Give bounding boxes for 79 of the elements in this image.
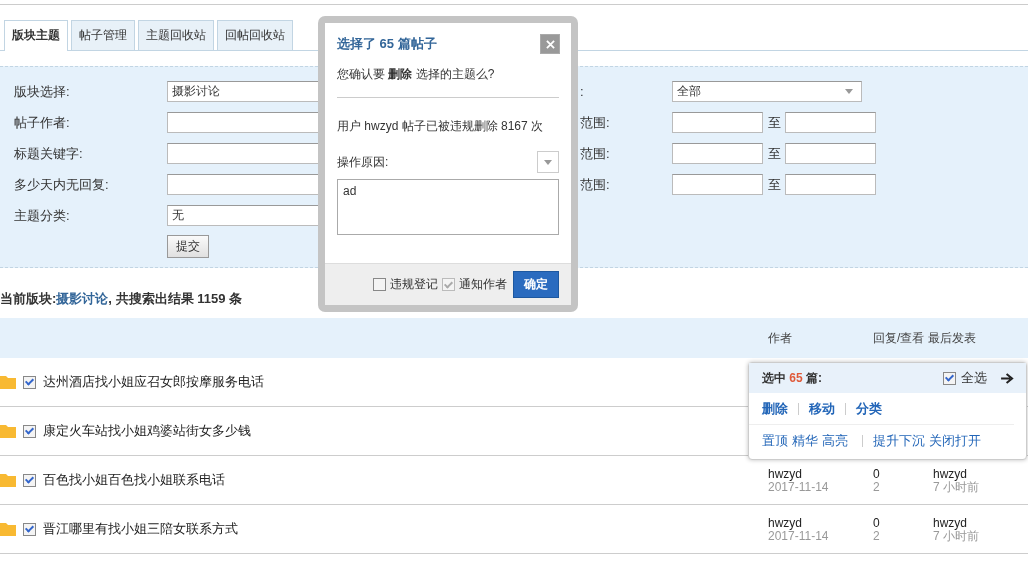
violation-notice: 用户 hwzyd 帖子已被违规删除 8167 次 <box>337 118 545 135</box>
tab[interactable]: 回帖回收站 <box>217 20 293 50</box>
author-name[interactable]: hwzyd <box>768 466 873 481</box>
field-label: 主题分类: <box>14 206 71 225</box>
post-date: 2017-11-14 <box>768 529 830 543</box>
checkbox[interactable] <box>23 424 36 438</box>
checkbox[interactable] <box>23 522 36 536</box>
thread-title[interactable]: 康定火车站找小姐鸡婆站街女多少钱 <box>43 422 251 440</box>
select-all-label: 全选 <box>961 369 987 387</box>
thread-title[interactable]: 达州酒店找小姐应召女郎按摩服务电话 <box>43 373 264 391</box>
input-field[interactable] <box>785 174 876 195</box>
action-link[interactable]: 置顶 <box>762 432 788 450</box>
post-date: 2017-11-14 <box>768 480 830 494</box>
folder-icon <box>0 424 16 438</box>
option-label: 违规登记 <box>390 276 438 293</box>
input-field[interactable] <box>672 174 763 195</box>
selection-count: 选中 65 篇: <box>762 369 824 387</box>
select-field[interactable]: 全部 <box>672 81 862 102</box>
last-post-time: 7 小时前 <box>933 480 980 494</box>
arrow-right-icon[interactable] <box>1001 372 1014 384</box>
author-name[interactable]: hwzyd <box>768 515 873 530</box>
input-field[interactable] <box>785 143 876 164</box>
checkbox[interactable] <box>23 375 36 389</box>
range-separator: 至 <box>766 113 782 132</box>
last-poster[interactable]: hwzyd <box>933 515 1023 530</box>
field-label: 版块选择: <box>14 82 71 101</box>
range-separator: 至 <box>766 175 782 194</box>
action-link[interactable]: 精华 <box>792 432 818 450</box>
folder-icon <box>0 375 16 389</box>
field-label: 范围: <box>580 113 611 132</box>
field-label: 范围: <box>580 144 611 163</box>
dropdown-button[interactable] <box>537 151 559 173</box>
thread-title[interactable]: 百色找小姐百色找小姐联系电话 <box>43 471 225 489</box>
checkbox[interactable] <box>943 371 956 385</box>
input-field[interactable] <box>672 143 763 164</box>
field-label: : <box>580 84 585 99</box>
tab[interactable]: 主题回收站 <box>138 20 214 50</box>
confirm-button[interactable]: 确定 <box>513 271 559 298</box>
view-count: 2 <box>873 529 881 543</box>
action-link[interactable]: 分类 <box>856 399 882 418</box>
dropdown-caret-icon <box>544 159 552 165</box>
close-button[interactable] <box>540 34 560 54</box>
checkbox[interactable] <box>23 473 36 487</box>
last-poster[interactable]: hwzyd <box>933 466 1023 481</box>
summary-label: 当前版块: <box>0 291 57 306</box>
folder-icon <box>0 522 16 536</box>
view-count: 2 <box>873 480 881 494</box>
column-header: 作者 <box>768 330 792 347</box>
folder-icon <box>0 473 16 487</box>
last-post-time: 7 小时前 <box>933 529 980 543</box>
reply-count: 0 <box>873 466 881 481</box>
tab[interactable]: 版块主题 <box>4 20 68 51</box>
reply-count: 0 <box>873 515 881 530</box>
dropdown-caret-icon <box>845 89 853 94</box>
field-label: 标题关键字: <box>14 144 84 163</box>
range-separator: 至 <box>766 144 782 163</box>
option-label: 通知作者 <box>459 276 507 293</box>
action-link[interactable]: 移动 <box>809 399 835 418</box>
result-count: , 共搜索出结果 1159 条 <box>108 291 242 306</box>
close-icon <box>545 39 555 49</box>
action-link[interactable]: 高亮 <box>822 432 848 450</box>
confirm-question: 您确认要 删除 选择的主题么? <box>337 66 559 98</box>
field-label: 帖子作者: <box>14 113 71 132</box>
reason-label: 操作原因: <box>337 153 389 171</box>
input-field[interactable] <box>672 112 763 133</box>
field-label: 多少天内无回复: <box>14 175 110 194</box>
tab[interactable]: 帖子管理 <box>71 20 135 50</box>
reason-field[interactable]: ad <box>337 179 559 235</box>
thread-title[interactable]: 晋江哪里有找小姐三陪女联系方式 <box>43 520 238 538</box>
field-label: 范围: <box>580 175 611 194</box>
column-header: 回复/查看 最后发表 <box>873 330 976 347</box>
forum-link[interactable]: 摄影讨论 <box>56 291 109 306</box>
action-link[interactable]: 删除 <box>762 399 788 418</box>
dialog-title: 选择了 65 篇帖子 <box>337 35 437 53</box>
submit-button[interactable]: 提交 <box>167 235 209 258</box>
action-link[interactable]: 提升下沉 <box>873 432 925 450</box>
action-link[interactable]: 关闭打开 <box>929 432 981 450</box>
checkbox[interactable] <box>373 278 386 291</box>
input-field[interactable] <box>785 112 876 133</box>
